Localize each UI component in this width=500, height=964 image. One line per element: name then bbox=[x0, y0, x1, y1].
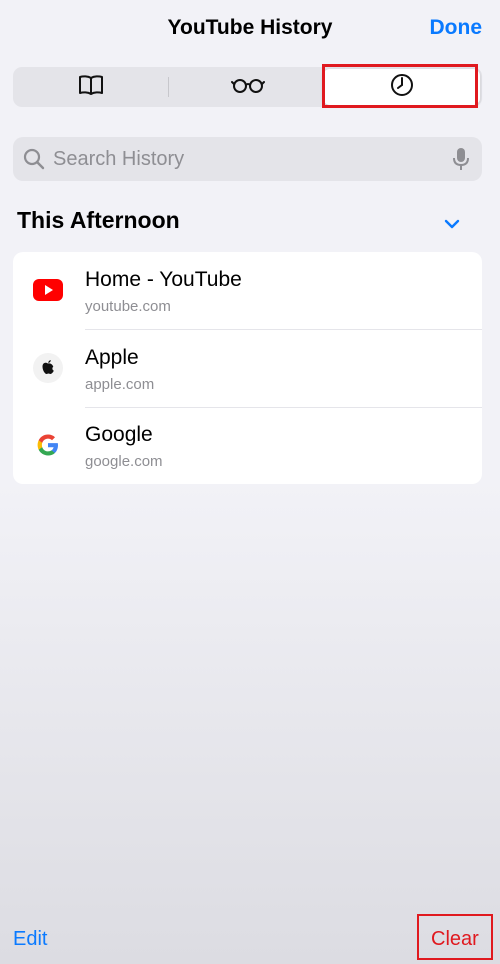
history-list: Home - YouTube youtube.com Apple apple.c… bbox=[13, 252, 482, 484]
apple-favicon-icon bbox=[32, 352, 64, 384]
section-title: This Afternoon bbox=[17, 207, 180, 233]
segment-divider bbox=[168, 77, 169, 97]
history-item-title: Apple bbox=[85, 346, 139, 369]
page-title: YouTube History bbox=[167, 16, 333, 39]
google-favicon-icon bbox=[32, 429, 64, 461]
edit-button[interactable]: Edit bbox=[13, 928, 47, 951]
book-icon bbox=[78, 74, 104, 101]
search-bar[interactable] bbox=[13, 137, 482, 181]
search-input[interactable] bbox=[53, 137, 443, 181]
history-item-url: google.com bbox=[85, 453, 163, 470]
history-item-title: Google bbox=[85, 423, 153, 446]
segmented-control bbox=[13, 67, 482, 107]
history-item[interactable]: Apple apple.com bbox=[13, 330, 482, 407]
tab-bookmarks[interactable] bbox=[13, 67, 168, 107]
history-item[interactable]: Google google.com bbox=[13, 407, 482, 484]
done-button[interactable]: Done bbox=[430, 16, 483, 40]
clock-icon bbox=[390, 73, 414, 102]
navigation-bar: YouTube History Done bbox=[0, 0, 500, 60]
search-icon bbox=[23, 148, 45, 170]
youtube-favicon-icon bbox=[32, 274, 64, 306]
history-item-url: youtube.com bbox=[85, 298, 171, 315]
history-item-title: Home - YouTube bbox=[85, 268, 242, 291]
history-item[interactable]: Home - YouTube youtube.com bbox=[13, 252, 482, 329]
chevron-down-icon[interactable] bbox=[441, 215, 463, 233]
clear-button[interactable]: Clear bbox=[431, 928, 479, 951]
glasses-icon bbox=[230, 77, 265, 98]
tab-history[interactable] bbox=[323, 69, 480, 105]
tab-reading-list[interactable] bbox=[170, 67, 325, 107]
history-item-url: apple.com bbox=[85, 376, 155, 393]
microphone-icon[interactable] bbox=[452, 147, 470, 171]
